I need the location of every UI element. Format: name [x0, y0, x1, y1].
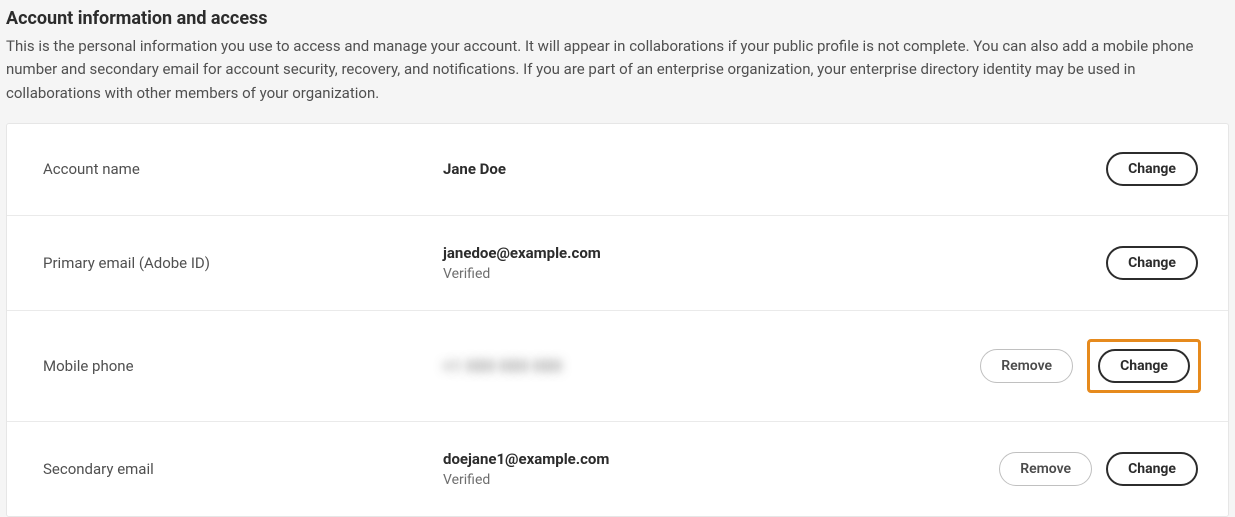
actions-account-name: Change [1106, 152, 1198, 186]
row-primary-email: Primary email (Adobe ID) janedoe@example… [7, 216, 1228, 311]
section-header: Account information and access This is t… [6, 0, 1229, 123]
actions-secondary-email: Remove Change [999, 452, 1198, 486]
primary-email-text: janedoe@example.com [443, 244, 1106, 262]
actions-primary-email: Change [1106, 246, 1198, 280]
actions-mobile-phone: Remove Change [980, 339, 1198, 393]
row-mobile-phone: Mobile phone +1 000 000 000 Remove Chang… [7, 311, 1228, 422]
remove-secondary-email-button[interactable]: Remove [999, 452, 1092, 486]
value-secondary-email: doejane1@example.com Verified [443, 450, 999, 488]
mobile-phone-text: +1 000 000 000 [443, 357, 980, 375]
label-primary-email: Primary email (Adobe ID) [43, 254, 443, 272]
label-account-name: Account name [43, 160, 443, 178]
account-info-panel: Account name Jane Doe Change Primary ema… [6, 123, 1229, 517]
label-mobile-phone: Mobile phone [43, 357, 443, 375]
change-account-name-button[interactable]: Change [1106, 152, 1198, 186]
section-description: This is the personal information you use… [6, 35, 1206, 105]
remove-mobile-phone-button[interactable]: Remove [980, 349, 1073, 383]
row-account-name: Account name Jane Doe Change [7, 124, 1228, 216]
change-secondary-email-button[interactable]: Change [1106, 452, 1198, 486]
label-secondary-email: Secondary email [43, 460, 443, 478]
row-secondary-email: Secondary email doejane1@example.com Ver… [7, 422, 1228, 516]
section-title: Account information and access [6, 8, 1229, 29]
secondary-email-text: doejane1@example.com [443, 450, 999, 468]
value-mobile-phone: +1 000 000 000 [443, 357, 980, 375]
change-primary-email-button[interactable]: Change [1106, 246, 1198, 280]
secondary-email-status: Verified [443, 472, 999, 488]
highlight-change-mobile: Change [1087, 339, 1201, 393]
value-account-name: Jane Doe [443, 160, 1106, 178]
primary-email-status: Verified [443, 266, 1106, 282]
value-primary-email: janedoe@example.com Verified [443, 244, 1106, 282]
account-name-text: Jane Doe [443, 160, 1106, 178]
change-mobile-phone-button[interactable]: Change [1098, 349, 1190, 383]
